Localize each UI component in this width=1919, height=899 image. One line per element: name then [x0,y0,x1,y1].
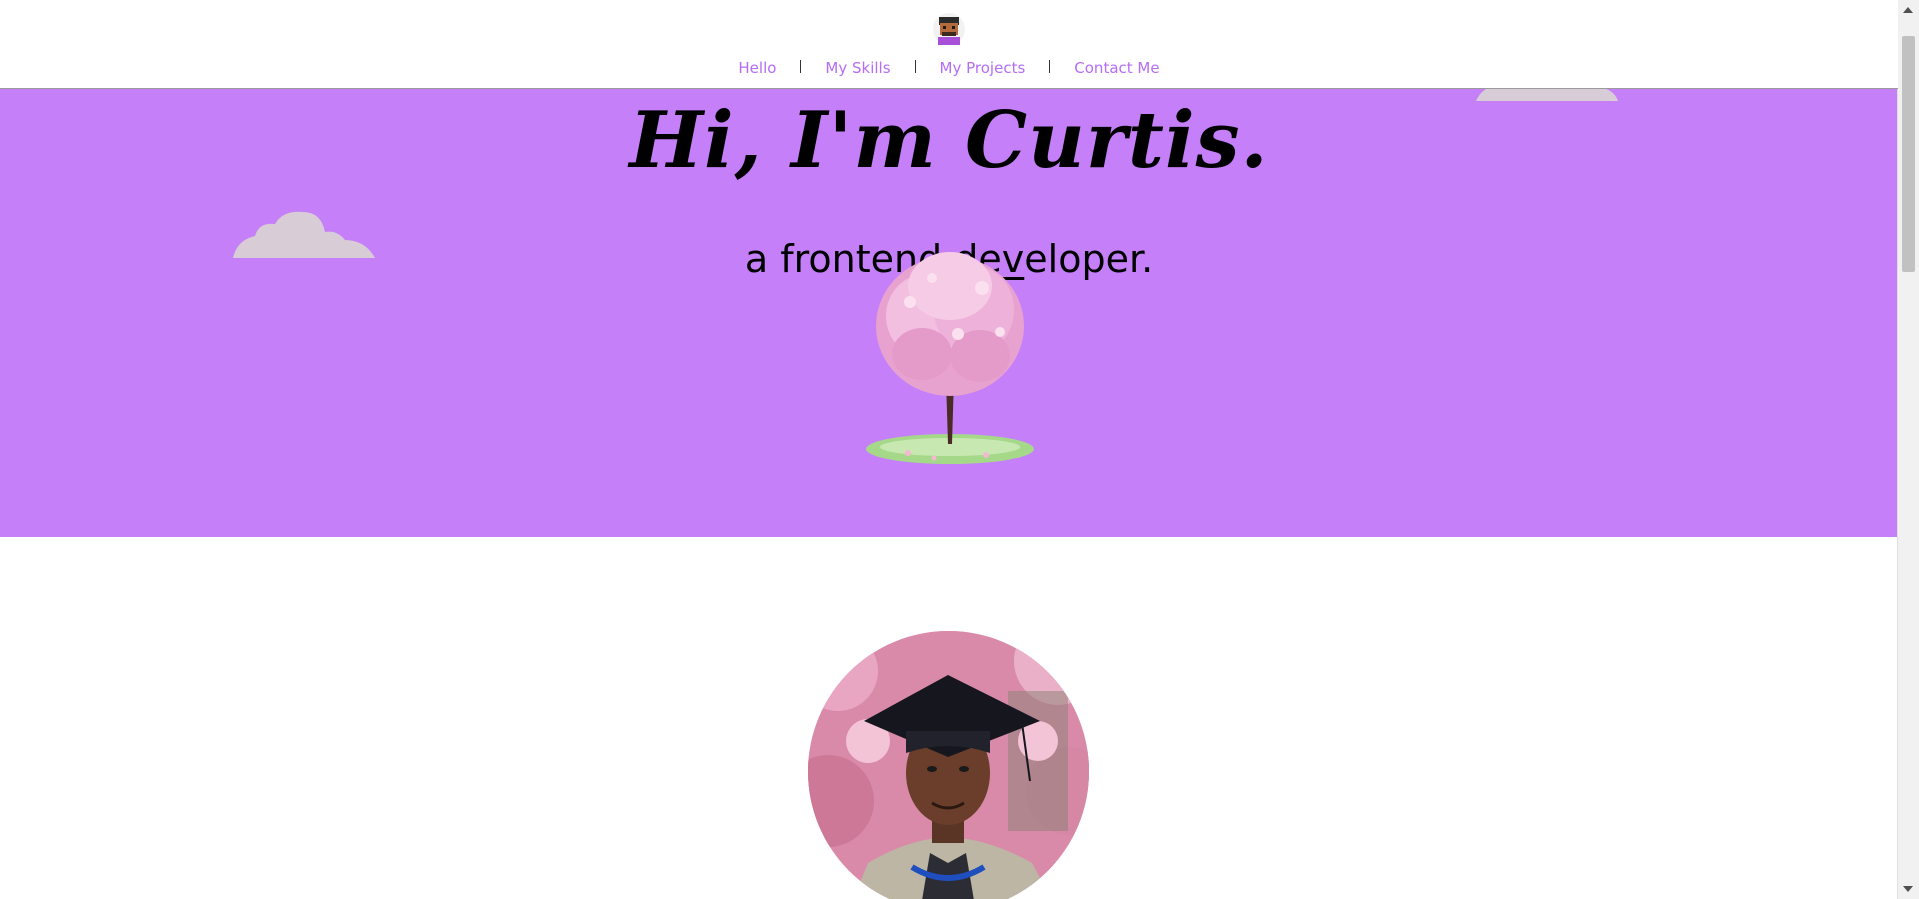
hero-title: Hi, I'm Curtis. [629,95,1269,186]
profile-photo [808,631,1089,899]
page-scrollbar[interactable] [1897,0,1919,899]
nav-link-my-skills[interactable]: My Skills [801,58,914,78]
graduation-portrait-photo [808,631,1089,899]
page: Hello My Skills My Projects Contact Me H… [0,0,1919,899]
cherry-blossom-tree-icon [866,252,1034,464]
nav-link-my-projects[interactable]: My Projects [916,58,1050,78]
nav-link-hello[interactable]: Hello [714,58,800,78]
hero-subtitle-suffix: eloper. [1024,237,1154,281]
nav-link-contact-me[interactable]: Contact Me [1050,58,1183,78]
site-header: Hello My Skills My Projects Contact Me [0,0,1898,89]
developer-avatar-icon[interactable] [933,13,965,45]
scroll-thumb[interactable] [1902,36,1915,272]
main-nav: Hello My Skills My Projects Contact Me [0,58,1898,78]
scroll-up-icon[interactable] [1903,7,1913,13]
scroll-down-icon[interactable] [1903,886,1913,892]
